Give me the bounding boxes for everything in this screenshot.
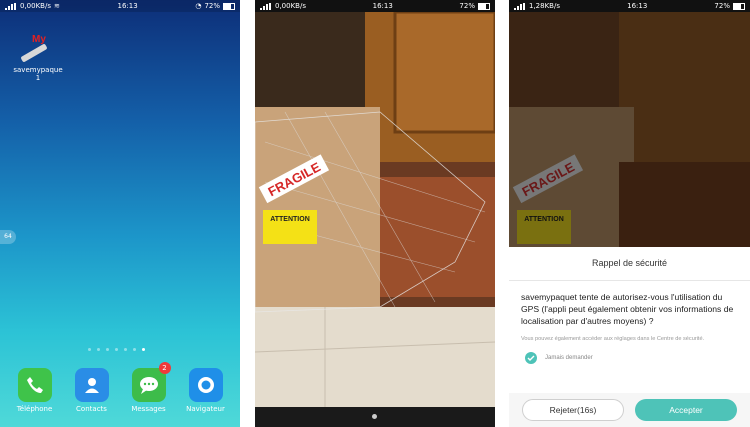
signal-icon: [514, 2, 526, 10]
attention-sticker: ATTENTION: [270, 216, 310, 223]
status-bar: 0,00KB/s ≋ 16:13 ◔ 72%: [0, 0, 240, 12]
alarm-icon: ◔: [195, 2, 202, 10]
dialog-title: Rappel de sécurité: [509, 247, 750, 281]
dock-phone[interactable]: Téléphone: [9, 368, 61, 413]
camera-bottom-bar: [255, 407, 495, 427]
clock: 16:13: [627, 2, 648, 10]
status-bar: 1,28KB/s 16:13 72%: [509, 0, 750, 12]
check-icon: [525, 352, 537, 364]
app-label-savemypaquet: savemypaque 1: [10, 66, 66, 82]
checkbox-label: Jamais demander: [545, 355, 593, 361]
dock-browser[interactable]: Navigateur: [180, 368, 232, 413]
accept-button[interactable]: Accepter: [635, 399, 737, 421]
dialog-note: Vous pouvez également accéder aux réglag…: [521, 336, 705, 342]
battery-percent: 72%: [714, 2, 730, 10]
battery-icon: [477, 2, 490, 10]
never-ask-checkbox[interactable]: Jamais demander: [509, 343, 750, 364]
dock-label: Téléphone: [16, 405, 53, 413]
battery-percent: 72%: [459, 2, 475, 10]
unread-badge: 2: [158, 362, 171, 374]
browser-icon: [188, 368, 223, 402]
app-icon-savemypaquet[interactable]: My: [18, 34, 52, 64]
app-logo-text: My: [32, 34, 46, 45]
clock: 16:13: [372, 2, 393, 10]
dock-label: Contacts: [76, 405, 107, 413]
contact-icon: [74, 368, 109, 402]
permission-screen: 1,28KB/s 16:13 72% FRAGILE ATTENTION Rap…: [509, 0, 750, 427]
clock: 16:13: [117, 2, 138, 10]
dimmed-camera-preview: FRAGILE ATTENTION: [509, 12, 750, 252]
dock-label: Messages: [131, 405, 166, 413]
dock: Téléphone Contacts 2 Messages Navigateur: [0, 362, 240, 413]
network-speed: 0,00KB/s: [275, 2, 306, 10]
security-dialog: Rappel de sécurité savemypaquet tente de…: [509, 247, 750, 427]
dock-label: Navigateur: [186, 405, 225, 413]
shutter-indicator[interactable]: [372, 414, 377, 419]
app-label-text: savemypaque 1: [13, 66, 63, 82]
dialog-message: savemypaquet tente de autorisez-vous l'u…: [521, 292, 734, 326]
network-speed: 0,00KB/s: [20, 2, 51, 10]
attention-sticker-dim: ATTENTION: [524, 216, 564, 223]
signal-icon: [260, 2, 272, 10]
dialog-actions: Rejeter(16s) Accepter: [509, 393, 750, 427]
battery-percent: 72%: [204, 2, 220, 10]
status-bar: 0,00KB/s 16:13 72%: [255, 0, 495, 12]
battery-icon: [223, 2, 235, 10]
reject-button[interactable]: Rejeter(16s): [522, 399, 624, 421]
message-icon: [131, 368, 166, 402]
home-screen: 0,00KB/s ≋ 16:13 ◔ 72% My savemypaque 1 …: [0, 0, 240, 427]
dock-messages[interactable]: 2 Messages: [123, 362, 175, 413]
page-indicator: [88, 348, 145, 351]
wifi-icon: ≋: [53, 2, 60, 10]
battery-icon: [732, 2, 745, 10]
signal-icon: [5, 2, 17, 10]
side-handle[interactable]: 64: [0, 230, 16, 244]
camera-preview[interactable]: FRAGILE ATTENTION: [255, 12, 495, 427]
network-speed: 1,28KB/s: [529, 2, 560, 10]
camera-screen: 0,00KB/s 16:13 72% FRAGILE ATTENTION: [255, 0, 495, 427]
phone-icon: [17, 368, 52, 402]
dock-contacts[interactable]: Contacts: [66, 368, 118, 413]
